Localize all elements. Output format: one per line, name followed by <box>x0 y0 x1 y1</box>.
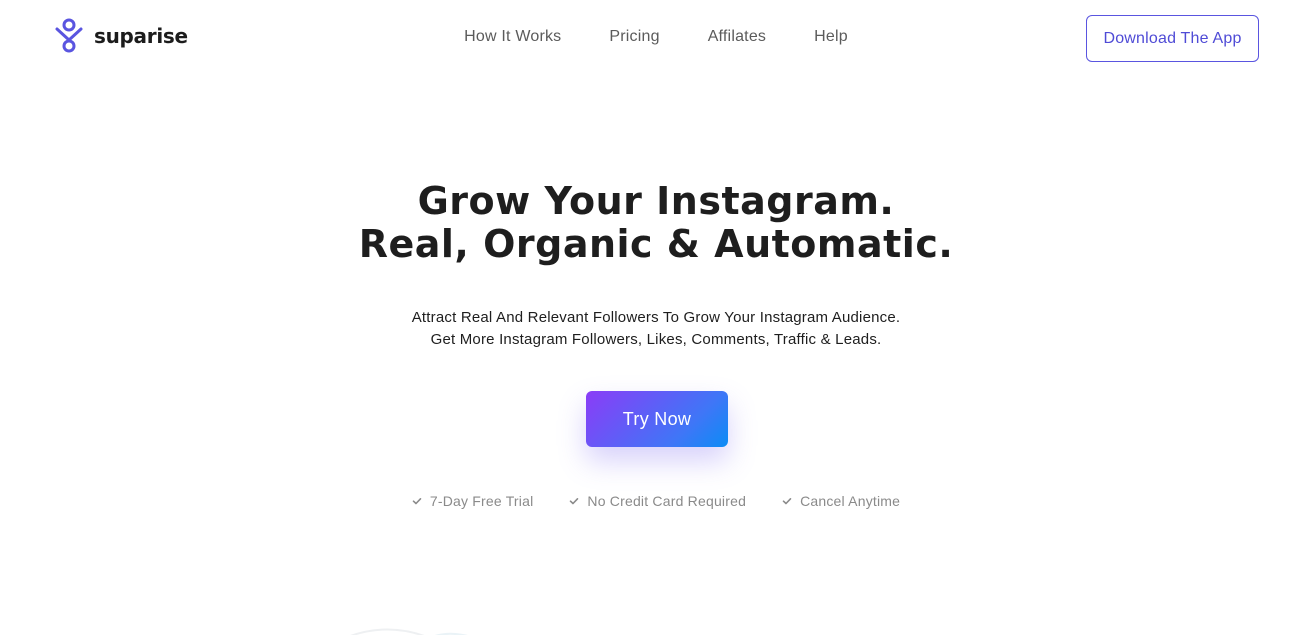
feature-label: Cancel Anytime <box>800 493 901 509</box>
brand-logo[interactable]: suparise <box>54 18 188 54</box>
person-node-icon <box>55 18 83 53</box>
feature-list: 7-Day Free Trial No Credit Card Required… <box>0 493 1312 509</box>
check-icon <box>412 498 422 505</box>
feature-item-no-credit-card: No Credit Card Required <box>569 493 746 509</box>
try-now-button[interactable]: Try Now <box>586 391 728 447</box>
feature-label: No Credit Card Required <box>587 493 747 509</box>
nav-help[interactable]: Help <box>814 27 848 47</box>
feature-item-free-trial: 7-Day Free Trial <box>412 493 534 509</box>
hero-title-line-2: Real, Organic & Automatic. <box>358 222 954 266</box>
landing-page: suparise How It Works Pricing Affilates … <box>0 0 1312 635</box>
nav-how-it-works[interactable]: How It Works <box>464 27 561 47</box>
nav-pricing[interactable]: Pricing <box>609 27 659 47</box>
check-icon <box>782 498 792 505</box>
check-icon <box>570 498 579 505</box>
nav-items: How It Works Pricing Affilates Help <box>464 27 848 47</box>
download-app-button[interactable]: Download The App <box>1086 15 1259 62</box>
hero-title-line-1: Grow Your Instagram. <box>417 179 895 223</box>
brand-name: suparise <box>94 24 188 48</box>
hero-title: Grow Your Instagram. Real, Organic & Aut… <box>0 180 1312 266</box>
feature-label: 7-Day Free Trial <box>429 493 534 509</box>
nav-affiliates[interactable]: Affilates <box>708 27 766 47</box>
hero-subtitle-line-1: Attract Real And Relevant Followers To G… <box>411 309 901 326</box>
decorative-arc <box>350 628 468 635</box>
hero-subtitle-line-2: Get More Instagram Followers, Likes, Com… <box>430 331 882 348</box>
feature-item-cancel-anytime: Cancel Anytime <box>782 493 900 509</box>
hero-subtitle: Attract Real And Relevant Followers To G… <box>0 307 1312 351</box>
